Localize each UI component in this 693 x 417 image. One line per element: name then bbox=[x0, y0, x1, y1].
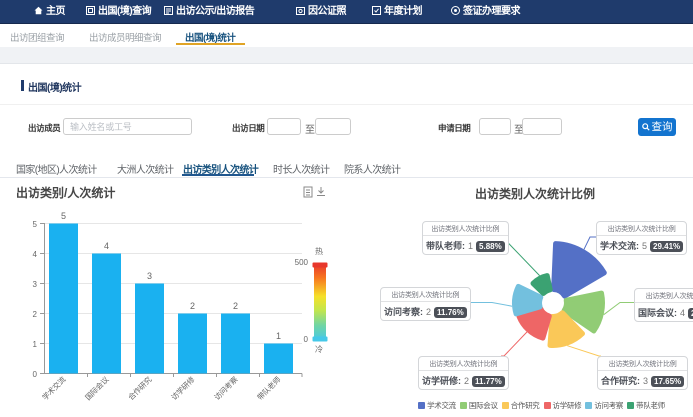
svg-text:3: 3 bbox=[33, 280, 38, 289]
svg-text:访学研修: 访学研修 bbox=[169, 374, 197, 402]
svg-text:1: 1 bbox=[276, 331, 281, 341]
svg-text:4: 4 bbox=[33, 250, 38, 259]
svg-text:0: 0 bbox=[33, 370, 38, 379]
svg-text:学术交流: 学术交流 bbox=[40, 374, 68, 402]
svg-text:5: 5 bbox=[33, 220, 38, 229]
svg-text:3: 3 bbox=[147, 271, 152, 281]
svg-text:2: 2 bbox=[233, 301, 238, 311]
svg-text:合作研究: 合作研究 bbox=[126, 374, 154, 402]
svg-text:带队老师: 带队老师 bbox=[255, 374, 283, 402]
svg-text:4: 4 bbox=[104, 241, 109, 251]
svg-text:国际会议: 国际会议 bbox=[83, 374, 111, 402]
svg-text:冷: 冷 bbox=[315, 344, 323, 354]
svg-text:0: 0 bbox=[304, 335, 309, 344]
svg-text:出访类别人次统计比例: 出访类别人次统计比例 bbox=[475, 186, 595, 201]
svg-text:5: 5 bbox=[61, 211, 66, 221]
svg-text:1: 1 bbox=[33, 340, 38, 349]
svg-text:访问考察: 访问考察 bbox=[212, 374, 240, 402]
svg-text:2: 2 bbox=[33, 310, 38, 319]
svg-text:热: 热 bbox=[315, 246, 323, 256]
svg-text:2: 2 bbox=[190, 301, 195, 311]
svg-text:出访类别/人次统计: 出访类别/人次统计 bbox=[16, 185, 115, 200]
svg-text:500: 500 bbox=[295, 258, 309, 267]
